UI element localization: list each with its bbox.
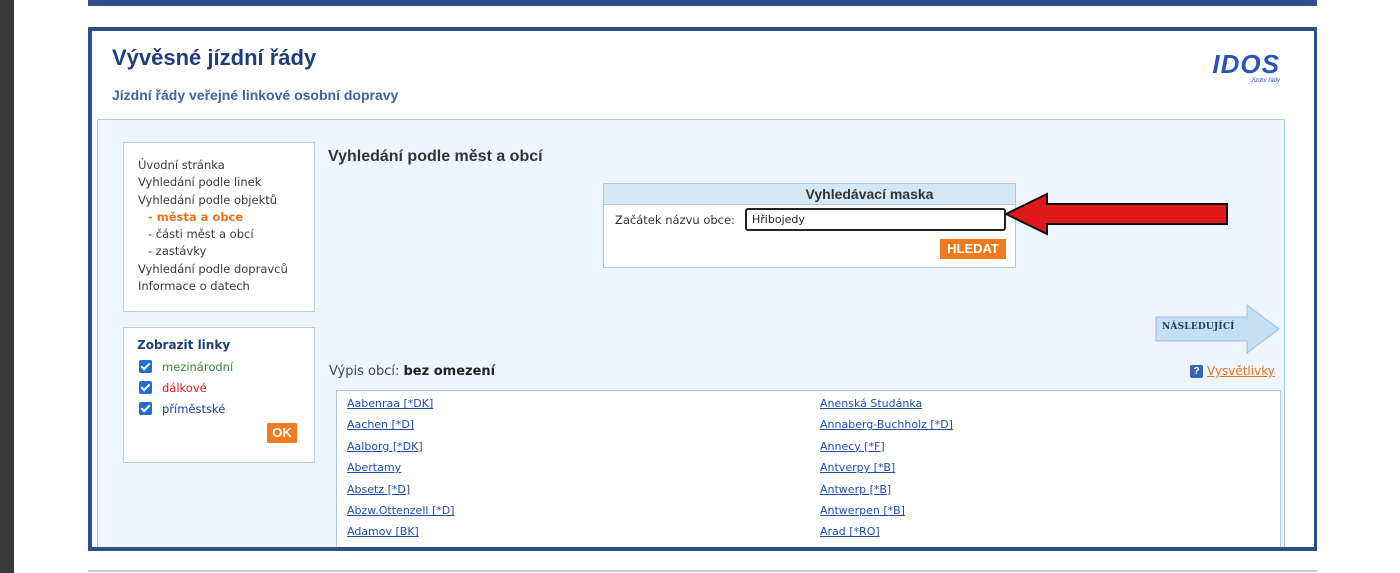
- filter-label-suburban: příměstské: [162, 401, 226, 416]
- municipality-column-left: Aabenraa [*DK] Aachen [*D] Aalborg [*DK]…: [347, 393, 455, 548]
- search-label: Začátek názvu obce:: [615, 213, 735, 227]
- filter-label-international: mezinárodní: [162, 359, 234, 374]
- list-item[interactable]: Annaberg-Buchholz [*D]: [820, 414, 953, 435]
- checkbox-long-distance[interactable]: [139, 381, 152, 394]
- filter-suburban[interactable]: příměstské: [137, 398, 314, 419]
- content-panel: Úvodní stránka Vyhledání podle linek Vyh…: [97, 119, 1285, 548]
- list-item[interactable]: Arad [*RO]: [820, 521, 953, 542]
- sidebar-item-lines[interactable]: Vyhledání podle linek: [138, 174, 314, 191]
- sidebar-item-city-parts[interactable]: - části měst a obcí: [138, 226, 314, 243]
- next-button[interactable]: NÁSLEDUJÍCÍ: [1155, 304, 1280, 354]
- idos-logo[interactable]: IDOS Jízdní řády: [1212, 51, 1280, 84]
- municipality-column-right: Anenská Studánka Annaberg-Buchholz [*D] …: [820, 393, 953, 548]
- page-title: Vývěsné jízdní řády: [112, 45, 317, 70]
- ok-button[interactable]: OK: [267, 423, 297, 443]
- filter-long-distance[interactable]: dálkové: [137, 377, 314, 398]
- search-mask: Vyhledávací maska Začátek názvu obce: HL…: [603, 183, 1016, 268]
- search-button[interactable]: HLEDAT: [940, 239, 1006, 259]
- sidebar-item-home[interactable]: Úvodní stránka: [138, 157, 314, 174]
- next-label: NÁSLEDUJÍCÍ: [1162, 322, 1235, 332]
- list-item[interactable]: Aachen [*D]: [347, 414, 455, 435]
- checkbox-international[interactable]: [139, 360, 152, 373]
- left-dark-edge: [0, 0, 14, 573]
- list-item[interactable]: Abertamy: [347, 457, 455, 478]
- sidebar-item-carriers[interactable]: Vyhledání podle dopravců: [138, 261, 314, 278]
- sidebar-item-data-info[interactable]: Informace o datech: [138, 278, 314, 295]
- list-item[interactable]: Arber Bergbahn [*D]: [820, 543, 953, 548]
- legend-link-label: Vysvětlivky: [1207, 364, 1275, 378]
- list-item[interactable]: Antwerpen [*B]: [820, 500, 953, 521]
- checkbox-suburban[interactable]: [139, 402, 152, 415]
- list-caption-prefix: Výpis obcí:: [329, 364, 400, 379]
- list-item[interactable]: Adamov [BK]: [347, 521, 455, 542]
- municipality-list: Aabenraa [*DK] Aachen [*D] Aalborg [*DK]…: [336, 390, 1281, 548]
- page-subtitle: Jízdní řády veřejné linkové osobní dopra…: [112, 87, 399, 103]
- top-bar: [88, 0, 1317, 6]
- list-item[interactable]: Aabenraa [*DK]: [347, 393, 455, 414]
- list-caption-value: bez omezení: [403, 364, 496, 379]
- list-caption: Výpis obcí: bez omezení: [329, 364, 495, 379]
- list-item[interactable]: Anenská Studánka: [820, 393, 953, 414]
- municipality-name-input[interactable]: [745, 208, 1006, 231]
- page-frame: Vývěsné jízdní řády Jízdní řády veřejné …: [88, 27, 1317, 551]
- list-item[interactable]: Adamov [CB]: [347, 543, 455, 548]
- filter-label-long-distance: dálkové: [162, 380, 207, 395]
- list-item[interactable]: Antverpy [*B]: [820, 457, 953, 478]
- logo-text: IDOS: [1212, 49, 1280, 79]
- legend-link[interactable]: ? Vysvětlivky: [1190, 364, 1275, 378]
- search-mask-title: Vyhledávací maska: [604, 184, 1015, 205]
- filter-international[interactable]: mezinárodní: [137, 356, 314, 377]
- sidebar-item-cities[interactable]: - města a obce: [138, 209, 314, 226]
- list-item[interactable]: Antwerp [*B]: [820, 479, 953, 500]
- section-title: Vyhledání podle měst a obcí: [328, 148, 543, 165]
- list-item[interactable]: Absetz [*D]: [347, 479, 455, 500]
- line-filter-box: Zobrazit linky mezinárodní dálkové přímě…: [123, 327, 315, 463]
- sidebar-item-objects[interactable]: Vyhledání podle objektů: [138, 192, 314, 209]
- sidebar-item-stops[interactable]: - zastávky: [138, 243, 314, 260]
- list-item[interactable]: Aalborg [*DK]: [347, 436, 455, 457]
- list-item[interactable]: Annecy [*F]: [820, 436, 953, 457]
- red-arrow-icon: [1003, 192, 1228, 236]
- help-icon: ?: [1190, 364, 1203, 378]
- list-item[interactable]: Abzw.Ottenzell [*D]: [347, 500, 455, 521]
- filter-title: Zobrazit linky: [137, 338, 231, 352]
- bottom-divider: [88, 570, 1317, 572]
- sidebar-nav: Úvodní stránka Vyhledání podle linek Vyh…: [123, 142, 315, 312]
